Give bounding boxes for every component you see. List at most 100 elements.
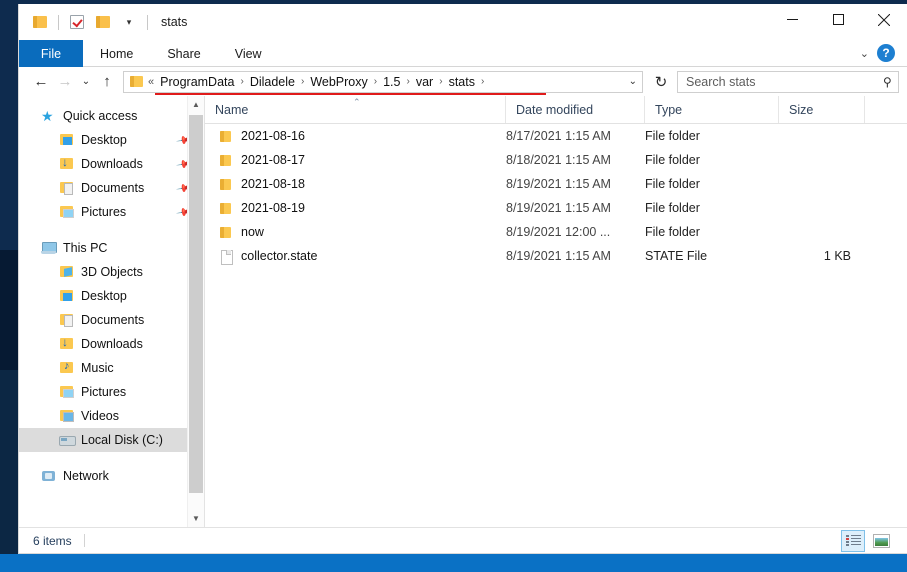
table-row[interactable]: collector.state 8/19/2021 1:15 AM STATE … [205, 244, 907, 268]
column-header-date-modified[interactable]: Date modified [506, 96, 645, 123]
help-button[interactable]: ? [877, 44, 895, 62]
explorer-body: ★ Quick access Desktop 📌 Downloads 📌 Doc… [19, 96, 907, 527]
breadcrumb-overflow-icon[interactable]: « [148, 76, 154, 88]
sidebar-item-downloads[interactable]: Downloads [19, 332, 204, 356]
videos-folder-icon [59, 409, 74, 423]
sidebar-group-label: Quick access [63, 109, 138, 123]
table-row[interactable]: 2021-08-17 8/18/2021 1:15 AM File folder [205, 148, 907, 172]
downloads-folder-icon [59, 335, 74, 351]
search-icon[interactable]: ⚲ [883, 75, 892, 89]
large-icons-view-icon [872, 533, 890, 548]
tab-home[interactable]: Home [83, 40, 150, 67]
close-button[interactable] [861, 4, 907, 35]
breadcrumb-webproxy[interactable]: WebProxy [308, 75, 369, 89]
address-dropdown-icon[interactable]: ⌄ [629, 76, 637, 87]
sidebar-item-music[interactable]: Music [19, 356, 204, 380]
tab-share[interactable]: Share [150, 40, 217, 67]
file-rows: 2021-08-16 8/17/2021 1:15 AM File folder… [205, 124, 907, 527]
new-folder-icon[interactable] [90, 9, 116, 35]
chevron-down-icon[interactable]: ▾ [116, 9, 142, 35]
sort-indicator-icon: ⌃ [353, 97, 361, 107]
file-name-cell[interactable]: 2021-08-19 [205, 201, 506, 215]
breadcrumb-separator[interactable]: › [370, 76, 381, 87]
breadcrumb-diladele[interactable]: Diladele [248, 75, 297, 89]
sidebar-item-desktop-qa[interactable]: Desktop 📌 [19, 128, 204, 152]
file-name-cell[interactable]: collector.state [205, 249, 506, 265]
breadcrumb-version[interactable]: 1.5 [381, 75, 402, 89]
table-row[interactable]: 2021-08-16 8/17/2021 1:15 AM File folder [205, 124, 907, 148]
sidebar-item-label: Pictures [81, 385, 127, 399]
table-row[interactable]: 2021-08-19 8/19/2021 1:15 AM File folder [205, 196, 907, 220]
folder-icon [219, 226, 232, 239]
file-size-cell: 1 KB [823, 249, 851, 263]
address-bar-row: ← → ⌄ ↑ « ProgramData › Diladele › WebPr… [19, 67, 907, 96]
3d-objects-icon [59, 265, 74, 279]
search-input[interactable]: Search stats ⚲ [677, 70, 899, 93]
sidebar-item-videos[interactable]: Videos [19, 404, 204, 428]
sidebar-item-downloads-qa[interactable]: Downloads 📌 [19, 152, 204, 176]
file-name-cell[interactable]: 2021-08-17 [205, 153, 506, 167]
scroll-down-icon[interactable]: ▼ [188, 510, 204, 527]
column-header-type[interactable]: Type [645, 96, 779, 123]
file-name-label: collector.state [241, 249, 318, 263]
breadcrumb-separator[interactable]: › [236, 76, 247, 87]
recent-locations-chevron-icon[interactable]: ⌄ [77, 70, 95, 94]
large-icons-view-button[interactable] [869, 530, 893, 552]
table-row[interactable]: 2021-08-18 8/19/2021 1:15 AM File folder [205, 172, 907, 196]
breadcrumb-stats[interactable]: stats [447, 75, 477, 89]
refresh-button[interactable]: ↻ [649, 70, 673, 94]
navigation-pane-scrollbar[interactable]: ▲ ▼ [187, 96, 204, 527]
scrollbar-thumb[interactable] [189, 115, 203, 493]
tab-view[interactable]: View [218, 40, 279, 67]
expand-ribbon-chevron-icon[interactable]: ⌄ [860, 47, 869, 60]
view-mode-buttons [841, 529, 899, 552]
properties-checkbox-icon[interactable] [64, 9, 90, 35]
sidebar-item-pictures-qa[interactable]: Pictures 📌 [19, 200, 204, 224]
maximize-button[interactable] [815, 4, 861, 35]
column-header-size[interactable]: Size [779, 96, 865, 123]
details-view-button[interactable] [841, 529, 865, 552]
sidebar-group-network[interactable]: Network [19, 464, 204, 488]
forward-button[interactable]: → [53, 70, 77, 94]
breadcrumb-separator[interactable]: › [403, 76, 414, 87]
file-date-cell: 8/19/2021 1:15 AM [506, 201, 611, 215]
window-controls [769, 4, 907, 40]
breadcrumb-separator[interactable]: › [477, 76, 488, 87]
breadcrumb-programdata[interactable]: ProgramData [158, 75, 236, 89]
table-row[interactable]: now 8/19/2021 12:00 ... File folder [205, 220, 907, 244]
sidebar-group-this-pc[interactable]: This PC [19, 236, 204, 260]
file-type-cell: STATE File [645, 249, 708, 263]
back-button[interactable]: ← [29, 70, 53, 94]
desktop-background-shadow [0, 250, 18, 370]
sidebar-item-local-disk-c[interactable]: Local Disk (C:) [19, 428, 204, 452]
sidebar-item-documents-qa[interactable]: Documents 📌 [19, 176, 204, 200]
file-name-label: 2021-08-16 [241, 129, 305, 143]
file-name-cell[interactable]: now [205, 225, 506, 239]
up-button[interactable]: ↑ [95, 70, 119, 94]
file-name-cell[interactable]: 2021-08-16 [205, 129, 506, 143]
breadcrumb-separator[interactable]: › [297, 76, 308, 87]
file-name-cell[interactable]: 2021-08-18 [205, 177, 506, 191]
breadcrumb-separator[interactable]: › [435, 76, 446, 87]
sidebar-group-label: This PC [63, 241, 108, 255]
sidebar-item-desktop[interactable]: Desktop [19, 284, 204, 308]
status-bar: 6 items [19, 527, 907, 553]
details-view-icon [845, 534, 861, 547]
documents-folder-icon [59, 181, 74, 195]
sidebar-item-3d-objects[interactable]: 3D Objects [19, 260, 204, 284]
sidebar-group-quick-access[interactable]: ★ Quick access [19, 104, 204, 128]
tab-file[interactable]: File [19, 40, 83, 67]
folder-icon [27, 9, 53, 35]
item-count-label: 6 items [33, 533, 72, 548]
scroll-up-icon[interactable]: ▲ [188, 96, 204, 113]
ribbon-right-controls: ⌄ ? [860, 40, 907, 66]
file-date-cell: 8/19/2021 12:00 ... [506, 225, 611, 239]
sidebar-item-documents[interactable]: Documents [19, 308, 204, 332]
sidebar-item-pictures[interactable]: Pictures [19, 380, 204, 404]
address-breadcrumb-bar[interactable]: « ProgramData › Diladele › WebProxy › 1.… [123, 70, 643, 93]
breadcrumb-var[interactable]: var [414, 75, 435, 89]
minimize-button[interactable] [769, 4, 815, 35]
desktop-folder-icon [59, 289, 74, 303]
